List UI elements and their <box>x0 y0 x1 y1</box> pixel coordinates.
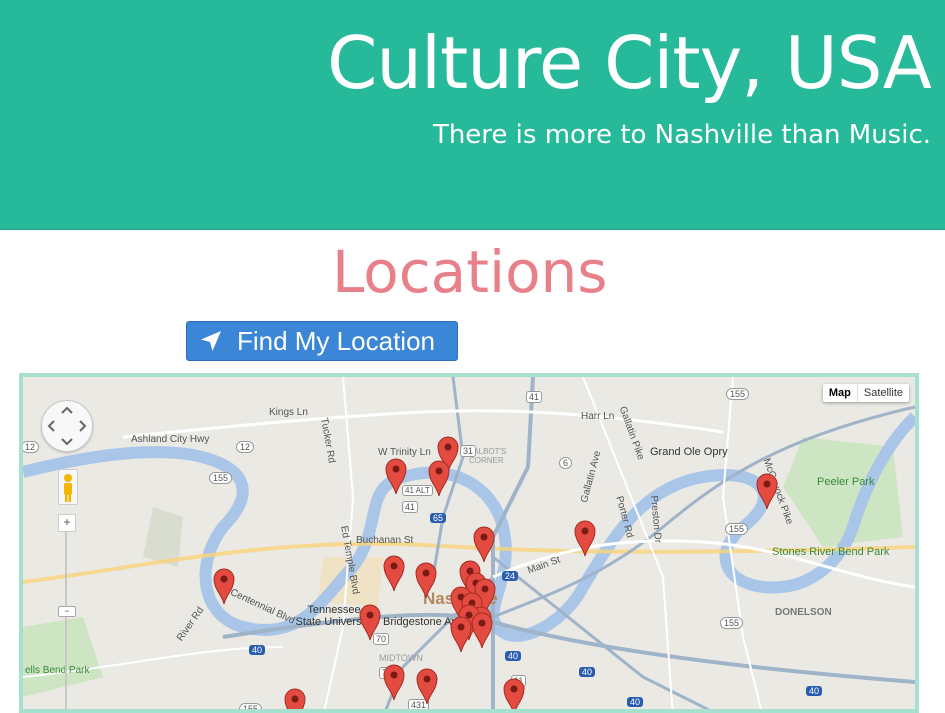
route-shield-41: 41 <box>526 391 543 403</box>
map[interactable]: Kings Ln Ashland City Hwy Tucker Rd W Tr… <box>19 373 919 713</box>
zoom-slider-track[interactable] <box>65 531 67 709</box>
route-shield-12-west: 12 <box>23 441 40 453</box>
pan-control[interactable] <box>41 400 93 452</box>
site-tagline: There is more to Nashville than Music. <box>432 120 931 150</box>
map-label-kings-ln: Kings Ln <box>269 407 308 418</box>
zoom-slider-handle[interactable]: − <box>58 606 76 617</box>
map-label-buchanan-st: Buchanan St <box>356 535 414 546</box>
location-marker[interactable] <box>385 457 407 495</box>
location-marker[interactable] <box>450 615 472 653</box>
map-label-bells-bend-park: ells Bend Park <box>25 665 90 676</box>
location-marker[interactable] <box>359 603 381 641</box>
map-tiles <box>23 377 915 709</box>
site-header: Culture City, USA There is more to Nashv… <box>0 0 945 230</box>
location-marker[interactable] <box>503 677 525 709</box>
map-label-midtown: MIDTOWN <box>379 653 423 663</box>
route-shield-155-southwest: 155 <box>239 703 263 709</box>
map-type-satellite-button[interactable]: Satellite <box>858 384 909 402</box>
map-label-donelson: DONELSON <box>775 607 832 618</box>
location-marker[interactable] <box>383 663 405 701</box>
location-marker[interactable] <box>213 567 235 605</box>
pan-arrows-icon <box>47 406 87 446</box>
route-shield-6: 6 <box>559 457 573 469</box>
route-shield-40-southeast: 40 <box>627 697 644 707</box>
route-shield-155-north: 155 <box>726 388 750 400</box>
location-arrow-icon <box>199 329 223 353</box>
route-shield-40-east: 40 <box>579 667 596 677</box>
location-marker[interactable] <box>473 525 495 563</box>
map-label-talbots-corner: TALBOT'S CORNER <box>469 447 507 465</box>
route-shield-41-south: 41 <box>402 501 419 513</box>
route-shield-155-west: 155 <box>209 472 233 484</box>
location-marker[interactable] <box>284 687 306 709</box>
map-type-control: Map Satellite <box>822 384 909 402</box>
route-shield-24: 24 <box>502 571 519 581</box>
location-marker[interactable] <box>574 519 596 557</box>
map-label-grand-ole-opry: Grand Ole Opry <box>650 446 728 458</box>
route-shield-155-east: 155 <box>725 523 749 535</box>
route-shield-12: 12 <box>236 441 255 453</box>
location-marker[interactable] <box>383 554 405 592</box>
location-marker[interactable] <box>416 667 438 705</box>
location-marker[interactable] <box>428 459 450 497</box>
find-my-location-button[interactable]: Find My Location <box>186 321 458 361</box>
map-label-ashland-city-hwy: Ashland City Hwy <box>131 434 210 445</box>
route-shield-155-south: 155 <box>720 617 744 629</box>
zoom-in-button[interactable]: + <box>58 514 76 532</box>
map-label-peeler-park: Peeler Park <box>817 476 875 488</box>
route-shield-40-center: 40 <box>505 651 522 661</box>
map-type-map-button[interactable]: Map <box>823 384 858 402</box>
site-title: Culture City, USA <box>327 21 932 105</box>
map-label-stones-river-bend-park: Stones River Bend Park <box>772 546 890 558</box>
map-label-harr-ln: Harr Ln <box>581 411 615 422</box>
route-shield-31: 31 <box>460 445 477 457</box>
location-marker[interactable] <box>756 472 778 510</box>
route-shield-40-far-east: 40 <box>806 686 823 696</box>
locations-heading: Locations <box>332 238 608 306</box>
location-marker[interactable] <box>471 611 493 649</box>
route-shield-40-west: 40 <box>249 645 266 655</box>
find-my-location-label: Find My Location <box>237 325 435 356</box>
location-marker[interactable] <box>415 561 437 599</box>
street-view-pegman-icon[interactable] <box>58 469 78 505</box>
route-shield-65: 65 <box>430 513 447 523</box>
